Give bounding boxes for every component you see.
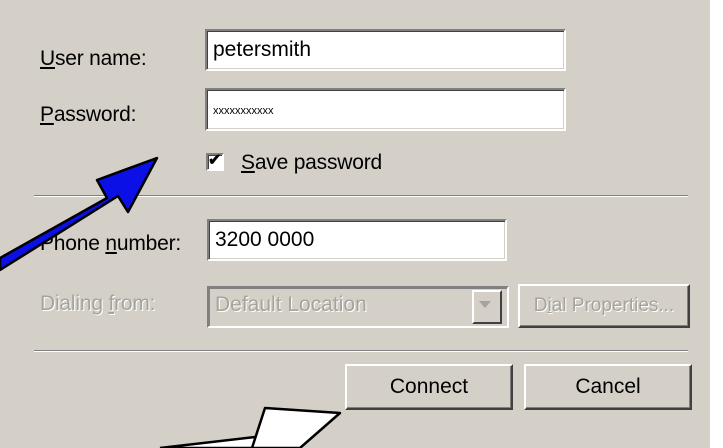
phone-number-input[interactable] (207, 219, 507, 261)
dial-properties-button[interactable]: Di al Properties... (518, 284, 690, 328)
save-password-checkbox[interactable]: ✔ (206, 152, 224, 171)
phone-number-label: Phone number: (40, 232, 182, 255)
separator-bottom (34, 350, 688, 352)
password-input[interactable] (205, 88, 566, 131)
connect-button[interactable]: Connect (345, 364, 513, 410)
separator-top (34, 195, 688, 197)
username-input[interactable] (205, 29, 566, 71)
dialing-from-dropdown-button[interactable] (472, 290, 502, 324)
dialing-from-label: Dialing from: (40, 292, 156, 315)
password-label: Password: (40, 103, 137, 126)
username-label: User name: (40, 47, 147, 70)
checkmark-icon: ✔ (208, 152, 222, 169)
dialing-from-select[interactable]: Default Location (207, 286, 509, 328)
connection-dialog: User name: Password: ✔ Save password Pho… (0, 0, 710, 448)
cancel-button[interactable]: Cancel (524, 364, 692, 410)
save-password-label[interactable]: Save password (241, 151, 382, 175)
chevron-down-icon (479, 301, 491, 308)
page-edge (710, 0, 723, 448)
